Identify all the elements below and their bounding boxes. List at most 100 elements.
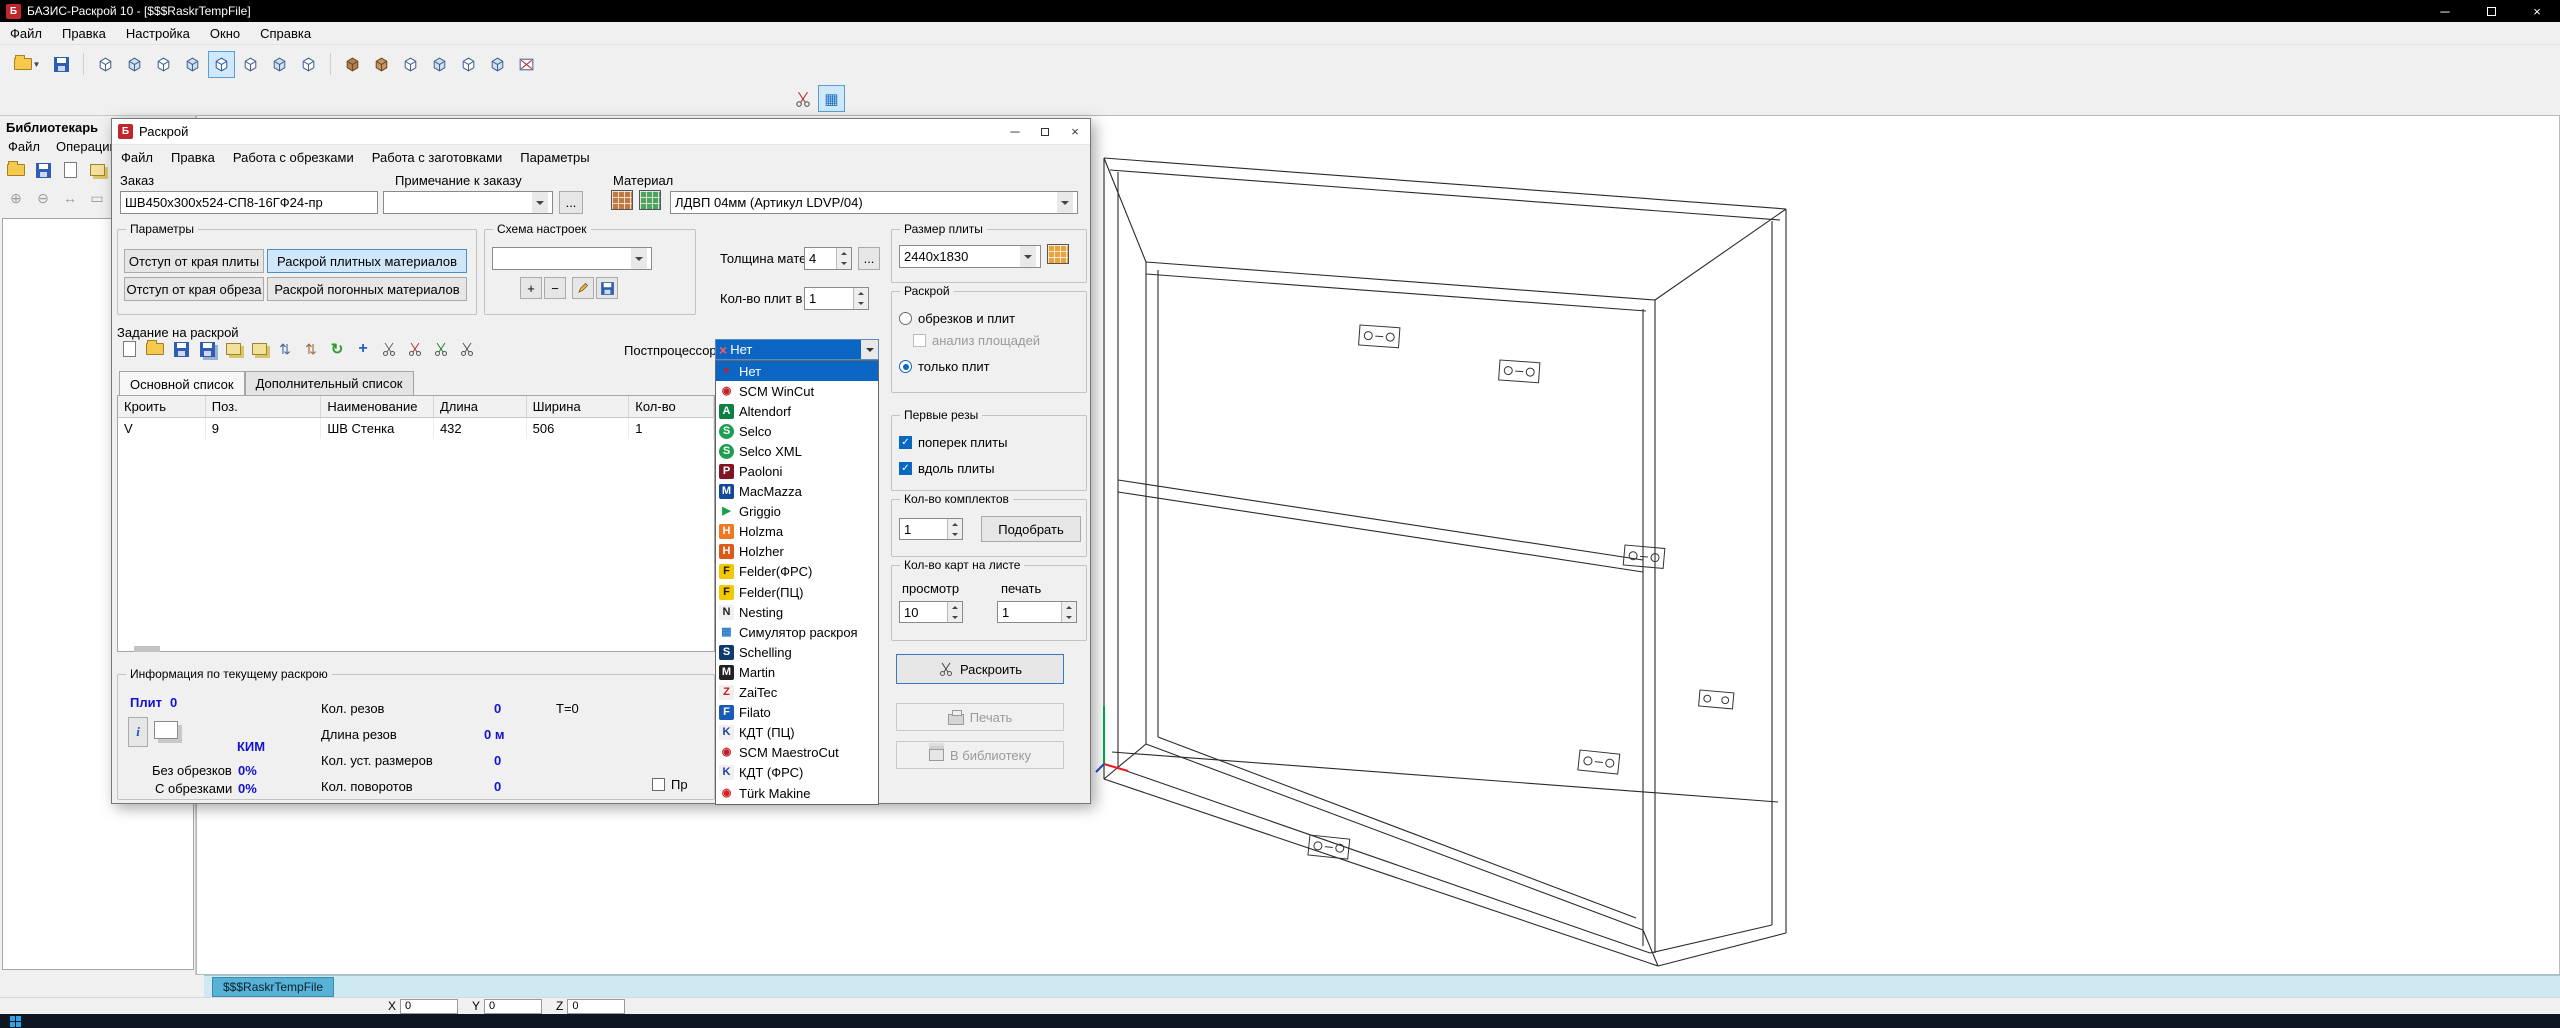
note-combobox[interactable] <box>383 191 553 214</box>
dialog-menu-edit[interactable]: Правка <box>162 147 224 168</box>
main-window-titlebar[interactable]: Б БАЗИС-Раскрой 10 - [$$$RaskrTempFile] … <box>0 0 2560 22</box>
open-task-button[interactable] <box>143 338 167 360</box>
scheme-add-button[interactable]: + <box>520 277 542 299</box>
cell-qty[interactable]: 1 <box>629 418 714 439</box>
refresh-button[interactable]: ↻ <box>325 338 349 360</box>
grid-close-icon[interactable] <box>513 51 540 78</box>
spin-up-icon[interactable] <box>948 602 962 612</box>
postprocessor-option[interactable]: FFelder(ПЦ) <box>716 582 878 602</box>
pack-spinner[interactable]: 1 <box>804 287 869 310</box>
to-library-button[interactable]: В библиотеку <box>896 741 1064 769</box>
view-cube-icon[interactable] <box>455 51 482 78</box>
spin-down-icon[interactable] <box>1062 612 1076 622</box>
cut-tool-2-button[interactable] <box>403 338 427 360</box>
minimize-button[interactable]: ─ <box>2422 0 2468 22</box>
col-name[interactable]: Наименование <box>321 396 434 418</box>
edge-trim-button[interactable]: Отступ от края обреза <box>124 277 264 301</box>
thickness-spinner[interactable]: 4 <box>804 247 852 270</box>
fit-view-icon[interactable]: ▭ <box>85 187 109 209</box>
dialog-maximize-button[interactable] <box>1030 119 1060 144</box>
view-cube-icon[interactable] <box>266 51 293 78</box>
spin-up-icon[interactable] <box>854 288 868 299</box>
postprocessor-option[interactable]: HHolzma <box>716 522 878 542</box>
scheme-remove-button[interactable]: − <box>544 277 566 299</box>
zoom-in-icon[interactable]: ⊕ <box>4 187 28 209</box>
edge-plate-button[interactable]: Отступ от края плиты <box>124 249 264 273</box>
postprocessor-option[interactable]: ▦Симулятор раскроя <box>716 622 878 642</box>
postprocessor-option[interactable]: KКДТ (ФРС) <box>716 763 878 783</box>
scissors-tool-button[interactable] <box>789 85 816 112</box>
dialog-menu-blanks[interactable]: Работа с заготовками <box>363 147 512 168</box>
postprocessor-option[interactable]: SSelco <box>716 421 878 441</box>
y-coordinate-input[interactable]: 0 <box>484 999 542 1014</box>
info-checkbox[interactable]: Пр <box>652 777 712 792</box>
h-scrollbar-thumb[interactable] <box>134 646 160 652</box>
material-texture-icon[interactable] <box>339 51 366 78</box>
chevron-down-icon[interactable] <box>1057 192 1073 213</box>
z-coordinate-input[interactable]: 0 <box>567 999 625 1014</box>
chevron-down-icon[interactable] <box>631 248 647 269</box>
order-input[interactable]: ШВ450х300х524-СП8-16ГФ24-пр <box>120 191 378 214</box>
postprocessor-option[interactable]: MMacMazza <box>716 482 878 502</box>
cell-pos[interactable]: 9 <box>206 418 322 439</box>
radio-plates-only[interactable]: только плит <box>899 359 990 374</box>
chevron-down-icon[interactable] <box>861 340 878 359</box>
spin-down-icon[interactable] <box>854 299 868 310</box>
document-tab[interactable]: $$$RaskrTempFile <box>212 977 334 997</box>
check-along-plate[interactable]: ✓ вдоль плиты <box>899 461 994 476</box>
spin-up-icon[interactable] <box>948 519 962 529</box>
open-library-button[interactable] <box>4 159 28 181</box>
save-all-button[interactable] <box>195 338 219 360</box>
chevron-down-icon[interactable] <box>532 192 548 213</box>
material-texture-icon[interactable] <box>368 51 395 78</box>
info-button[interactable]: i <box>128 717 148 747</box>
print-button[interactable]: Печать <box>896 703 1064 731</box>
save-file-button[interactable] <box>48 51 75 78</box>
view-cube-icon[interactable] <box>237 51 264 78</box>
view-cube-icon[interactable] <box>150 51 177 78</box>
view-cube-icon[interactable] <box>426 51 453 78</box>
table-row[interactable]: V 9 ШВ Стенка 432 506 1 <box>118 418 714 439</box>
menu-edit[interactable]: Правка <box>52 23 116 44</box>
dialog-menu-file[interactable]: Файл <box>112 147 162 168</box>
plate-grid-button[interactable] <box>1046 243 1070 265</box>
postprocessor-option[interactable]: SSelco XML <box>716 441 878 461</box>
x-coordinate-input[interactable]: 0 <box>400 999 458 1014</box>
postprocessor-option[interactable]: ◉SCM MaestroCut <box>716 743 878 763</box>
maximize-button[interactable] <box>2468 0 2514 22</box>
menu-settings[interactable]: Настройка <box>116 23 200 44</box>
postprocessor-option[interactable]: ◉Türk Makine <box>716 783 878 803</box>
postprocessor-option[interactable]: KКДТ (ПЦ) <box>716 723 878 743</box>
cell-length[interactable]: 432 <box>434 418 527 439</box>
postprocessor-option[interactable]: NNesting <box>716 602 878 622</box>
thickness-more-button[interactable]: ... <box>858 247 880 270</box>
fit-button[interactable]: Подобрать <box>981 516 1081 542</box>
plate-size-combobox[interactable]: 2440х1830 <box>899 245 1041 268</box>
zoom-out-icon[interactable]: ⊖ <box>31 187 55 209</box>
check-across-plate[interactable]: ✓ поперек плиты <box>899 435 1007 450</box>
scheme-save-button[interactable] <box>596 277 618 299</box>
copy-entry-button[interactable] <box>85 159 109 181</box>
tab-additional-list[interactable]: Дополнительный список <box>245 371 414 395</box>
dialog-menu-params[interactable]: Параметры <box>511 147 598 168</box>
spin-down-icon[interactable] <box>837 259 851 270</box>
copy-list-button[interactable] <box>221 338 245 360</box>
postprocessor-option[interactable]: SSchelling <box>716 642 878 662</box>
cut-button[interactable]: Раскроить <box>896 654 1064 684</box>
cell-cut[interactable]: V <box>118 418 206 439</box>
import-list-button[interactable] <box>247 338 271 360</box>
cut-tool-4-button[interactable] <box>455 338 479 360</box>
save-library-button[interactable] <box>31 159 55 181</box>
save-task-button[interactable] <box>169 338 193 360</box>
open-file-button[interactable]: ▼ <box>8 51 46 78</box>
pan-icon[interactable]: ↔ <box>58 187 82 209</box>
check-area-analysis[interactable]: анализ площадей <box>913 333 1040 348</box>
note-more-button[interactable]: ... <box>559 191 583 214</box>
spin-up-icon[interactable] <box>1062 602 1076 612</box>
dialog-minimize-button[interactable]: ─ <box>1000 119 1030 144</box>
view-cube-icon[interactable] <box>179 51 206 78</box>
new-entry-button[interactable] <box>58 159 82 181</box>
postprocessor-option[interactable]: AAltendorf <box>716 401 878 421</box>
menu-window[interactable]: Окно <box>200 23 250 44</box>
sort-asc-button[interactable]: ⇅ <box>273 338 297 360</box>
